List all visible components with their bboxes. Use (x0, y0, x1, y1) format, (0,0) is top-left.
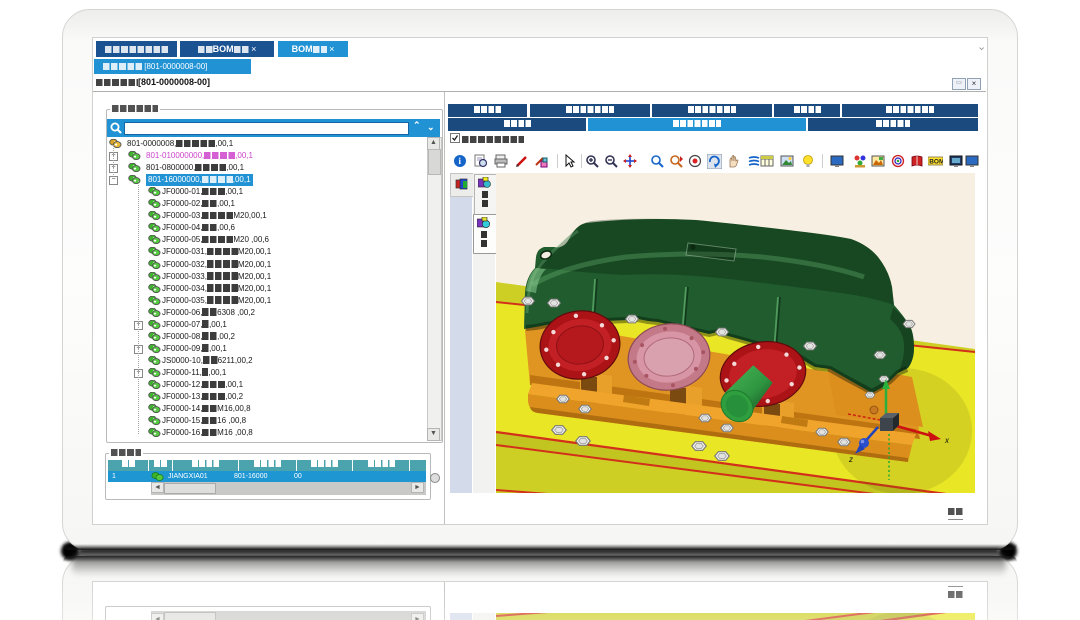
svg-text:BOM: BOM (929, 159, 943, 166)
svg-text:z: z (848, 455, 853, 464)
